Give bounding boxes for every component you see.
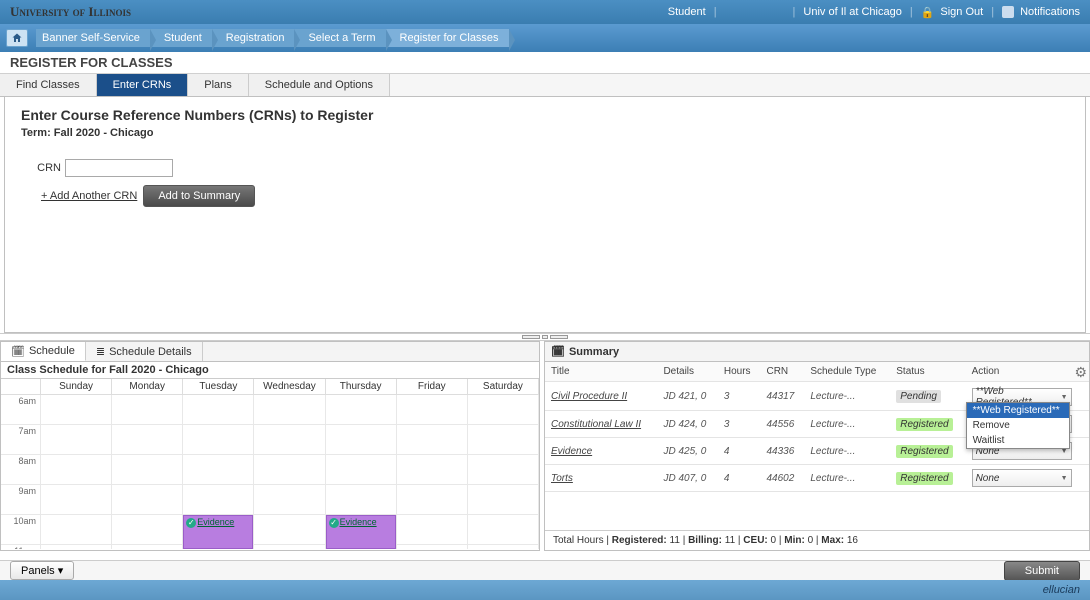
home-icon [11, 32, 23, 44]
breadcrumb-item[interactable]: Student [150, 29, 212, 47]
sign-out-link[interactable]: Sign Out [940, 6, 983, 18]
gear-icon[interactable]: ⚙ [1074, 364, 1087, 381]
term-text: Term: Fall 2020 - Chicago [21, 127, 1069, 139]
summary-icon: 🗓 [551, 345, 565, 358]
breadcrumb-item[interactable]: Select a Term [294, 29, 385, 47]
calendar-event[interactable]: ✓Evidence [326, 515, 396, 549]
summary-table: TitleDetailsHoursCRNSchedule TypeStatusA… [545, 362, 1089, 492]
tabs-row: Find Classes Enter CRNs Plans Schedule a… [0, 74, 1090, 97]
notifications-icon [1002, 6, 1014, 18]
tab-schedule-details[interactable]: ≣ Schedule Details [86, 342, 203, 361]
home-button[interactable] [6, 29, 28, 47]
status-badge: Registered [896, 445, 952, 458]
check-icon: ✓ [186, 518, 196, 528]
status-badge: Registered [896, 418, 952, 431]
lock-icon: 🔒 [921, 6, 935, 19]
dropdown-option[interactable]: **Web Registered** [967, 403, 1069, 418]
content-heading: Enter Course Reference Numbers (CRNs) to… [21, 107, 1069, 123]
calendar-event[interactable]: ✓Evidence [183, 515, 253, 549]
breadcrumb-item[interactable]: Banner Self-Service [36, 29, 150, 47]
status-badge: Registered [896, 472, 952, 485]
pane-splitter[interactable] [0, 333, 1090, 341]
course-title-link[interactable]: Torts [545, 465, 657, 492]
check-icon: ✓ [329, 518, 339, 528]
add-to-summary-button[interactable]: Add to Summary [143, 185, 255, 207]
course-title-link[interactable]: Evidence [545, 438, 657, 465]
breadcrumb-item[interactable]: Registration [212, 29, 295, 47]
notifications-link[interactable]: Notifications [1020, 6, 1080, 18]
schedule-title: Class Schedule for Fall 2020 - Chicago [1, 362, 539, 379]
action-dropdown[interactable]: **Web Registered**RemoveWaitlist [966, 402, 1070, 449]
breadcrumb-item[interactable]: Register for Classes [386, 29, 509, 47]
table-row: TortsJD 407, 0444602Lecture-...Registere… [545, 465, 1089, 492]
tab-enter-crns[interactable]: Enter CRNs [97, 74, 189, 96]
totals-row: Total Hours | Registered: 11 | Billing: … [545, 530, 1089, 550]
action-select[interactable]: None [972, 469, 1072, 487]
submit-button[interactable]: Submit [1004, 561, 1080, 581]
campus-link[interactable]: Univ of Il at Chicago [803, 6, 901, 18]
calendar-icon: 🗓 [11, 345, 25, 358]
calendar-day-header: Sunday Monday Tuesday Wednesday Thursday… [1, 379, 539, 395]
student-link[interactable]: Student [668, 6, 706, 18]
summary-title: Summary [569, 346, 619, 358]
dropdown-option[interactable]: Waitlist [967, 433, 1069, 448]
brand-footer: ellucian [0, 580, 1090, 600]
dropdown-option[interactable]: Remove [967, 418, 1069, 433]
status-badge: Pending [896, 390, 941, 403]
breadcrumb-bar: Banner Self-Service Student Registration… [0, 24, 1090, 52]
list-icon: ≣ [96, 345, 105, 358]
crn-label: CRN [35, 162, 61, 174]
summary-pane: 🗓 Summary ⚙ TitleDetailsHoursCRNSchedule… [544, 341, 1090, 551]
calendar-body: 6am7am8am9am10am✓Evidence✓Evidence11am [1, 395, 539, 549]
tab-schedule[interactable]: 🗓 Schedule [1, 342, 86, 361]
panels-button[interactable]: Panels ▾ [10, 561, 74, 580]
tab-find-classes[interactable]: Find Classes [0, 74, 97, 96]
course-title-link[interactable]: Civil Procedure II [545, 382, 657, 411]
add-another-crn-link[interactable]: + Add Another CRN [41, 190, 137, 202]
top-header: University of Illinois Student | | Univ … [0, 0, 1090, 24]
page-title: REGISTER FOR CLASSES [0, 52, 1090, 74]
university-logo: University of Illinois [10, 4, 131, 20]
tab-schedule-options[interactable]: Schedule and Options [249, 74, 390, 96]
table-row: Civil Procedure IIJD 421, 0344317Lecture… [545, 382, 1089, 411]
main-content: Enter Course Reference Numbers (CRNs) to… [4, 97, 1086, 333]
footer-row: Panels ▾ Submit [0, 560, 1090, 580]
crn-input[interactable] [65, 159, 173, 177]
tab-plans[interactable]: Plans [188, 74, 249, 96]
schedule-pane: 🗓 Schedule ≣ Schedule Details Class Sche… [0, 341, 540, 551]
course-title-link[interactable]: Constitutional Law II [545, 411, 657, 438]
